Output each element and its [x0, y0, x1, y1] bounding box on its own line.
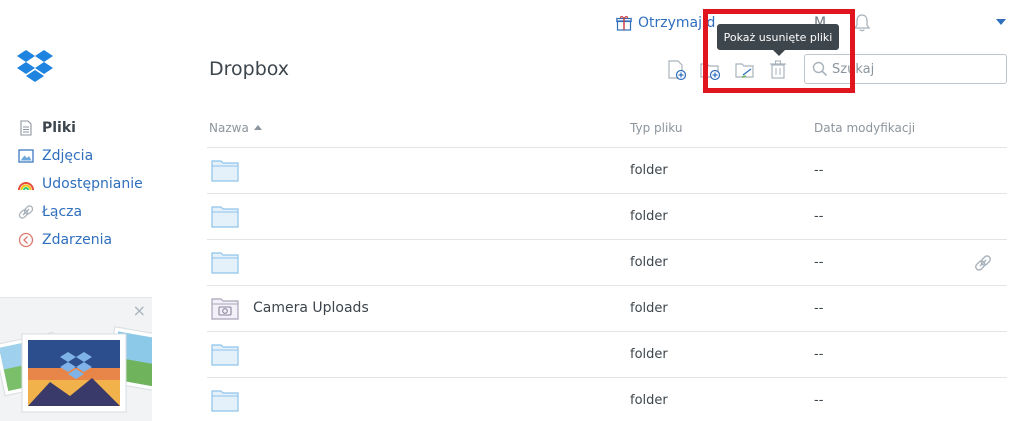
folder-icon: [211, 252, 239, 274]
bell-icon[interactable]: [853, 13, 871, 33]
sharing-icon: [18, 182, 34, 191]
file-list: folder -- folder -- folder -- Camera Upl…: [207, 148, 1007, 421]
share-link-icon[interactable]: [974, 254, 992, 272]
sort-ascending-icon: [253, 125, 262, 130]
new-folder-icon[interactable]: [699, 58, 721, 82]
folder-icon: [211, 344, 239, 366]
table-row[interactable]: folder --: [207, 194, 1007, 240]
promo-card[interactable]: ×: [0, 297, 152, 421]
page-title: Dropbox: [209, 58, 290, 80]
file-modified: --: [814, 393, 824, 408]
links-icon: [18, 205, 34, 219]
upload-file-icon[interactable]: [666, 58, 688, 82]
photos-icon: [18, 149, 34, 163]
folder-icon: [211, 206, 239, 228]
sidebar-item-files[interactable]: Pliki: [18, 116, 76, 140]
column-header-type[interactable]: Typ pliku: [630, 121, 682, 135]
search-input[interactable]: [832, 61, 992, 77]
file-type: folder: [630, 301, 668, 316]
table-row[interactable]: folder --: [207, 148, 1007, 194]
trash-icon[interactable]: [767, 58, 789, 82]
show-deleted-files-tooltip: Pokaż usunięte pliki: [717, 24, 839, 56]
file-name[interactable]: Camera Uploads: [253, 300, 369, 316]
file-modified: --: [814, 255, 824, 270]
photos-promo-illustration: [0, 326, 152, 413]
search-icon: [812, 61, 828, 77]
column-header-label: Nazwa: [209, 121, 249, 135]
file-modified: --: [814, 209, 824, 224]
file-type: folder: [630, 255, 668, 270]
sidebar-item-label: Łącza: [42, 204, 83, 220]
events-icon: [18, 232, 34, 248]
camera-folder-icon: [211, 298, 239, 320]
gift-icon[interactable]: [616, 15, 632, 31]
file-type: folder: [630, 393, 668, 408]
files-icon: [20, 120, 32, 136]
column-header-modified[interactable]: Data modyfikacji: [814, 121, 915, 135]
column-header-name[interactable]: Nazwa: [209, 121, 262, 135]
sidebar-item-label: Udostępnianie: [42, 176, 143, 192]
search-box[interactable]: [804, 54, 1007, 84]
table-row[interactable]: folder --: [207, 378, 1007, 421]
sidebar-item-label: Zdjęcia: [42, 148, 94, 164]
file-type: folder: [630, 347, 668, 362]
table-row[interactable]: folder --: [207, 240, 1007, 286]
folder-icon: [211, 390, 239, 412]
dropbox-logo[interactable]: [16, 49, 54, 83]
file-type: folder: [630, 209, 668, 224]
top-bar: Otrzymaj d M: [0, 0, 1016, 48]
file-type: folder: [630, 163, 668, 178]
sidebar-item-events[interactable]: Zdarzenia: [18, 228, 112, 252]
table-row[interactable]: folder --: [207, 332, 1007, 378]
sidebar-item-sharing[interactable]: Udostępnianie: [18, 172, 143, 196]
account-menu-chevron-icon[interactable]: [996, 19, 1006, 25]
sidebar-item-links[interactable]: Łącza: [18, 200, 82, 224]
file-modified: --: [814, 301, 824, 316]
sidebar-item-label: Zdarzenia: [42, 232, 113, 248]
get-free-space-link[interactable]: Otrzymaj d: [638, 15, 715, 31]
file-modified: --: [814, 163, 824, 178]
folder-icon: [211, 160, 239, 182]
sidebar-item-photos[interactable]: Zdjęcia: [18, 144, 93, 168]
shared-folder-icon[interactable]: [734, 58, 756, 82]
sidebar-item-label: Pliki: [42, 120, 76, 136]
file-modified: --: [814, 347, 824, 362]
table-row[interactable]: Camera Uploads folder --: [207, 286, 1007, 332]
